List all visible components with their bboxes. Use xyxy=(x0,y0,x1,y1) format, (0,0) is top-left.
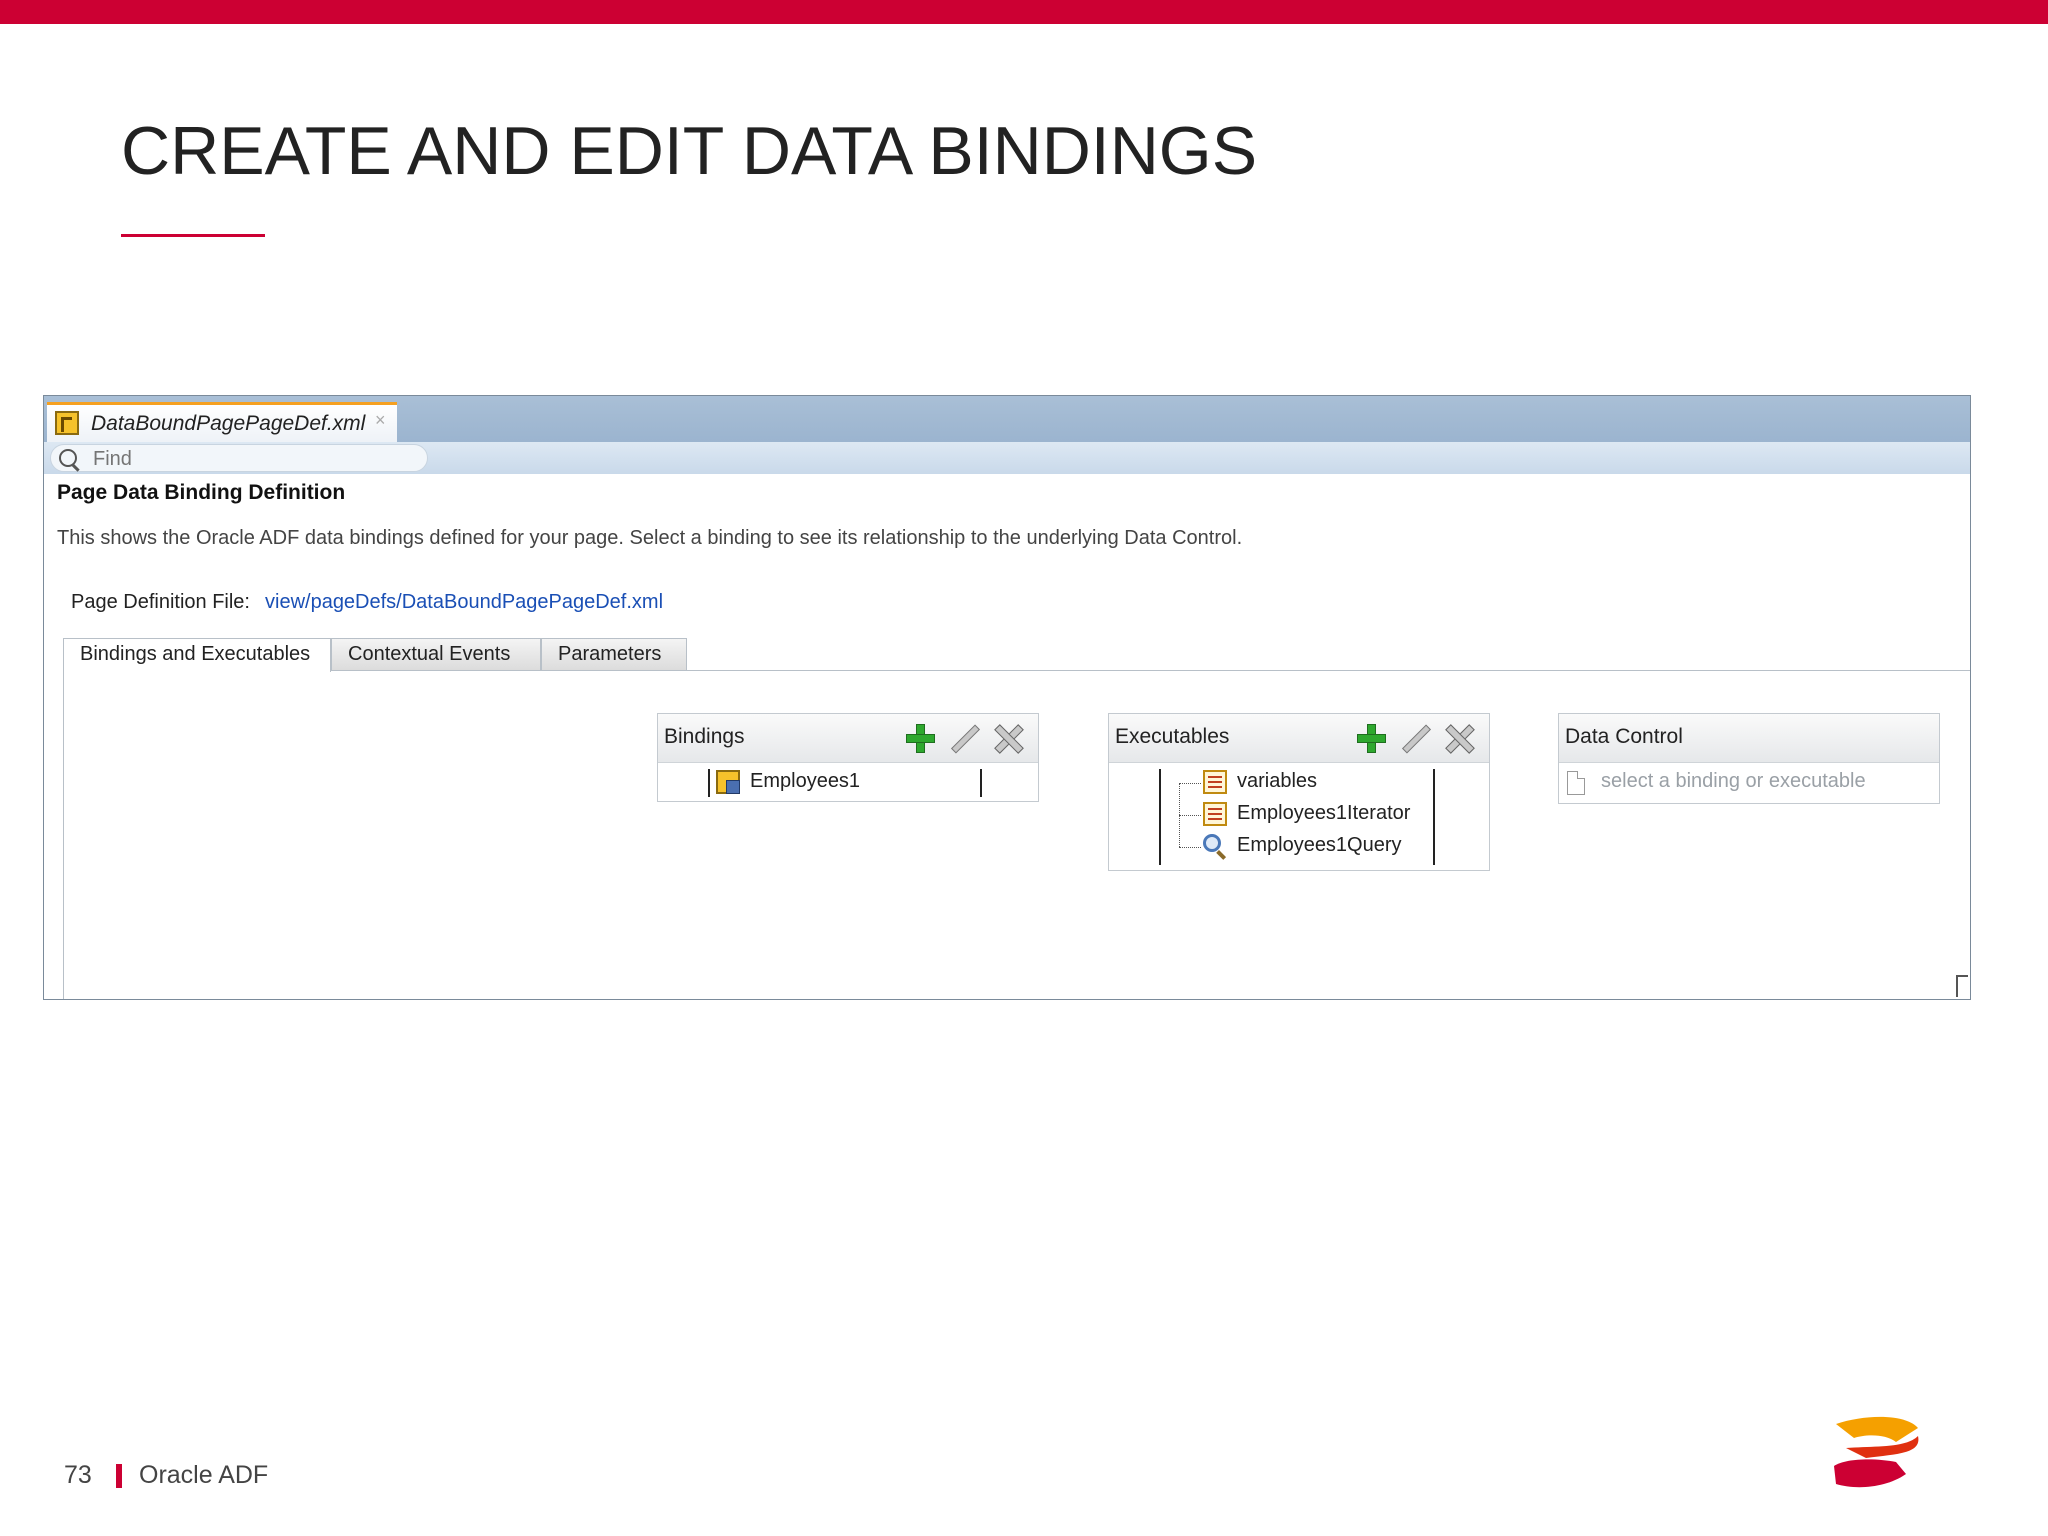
iterator-icon xyxy=(1203,770,1227,794)
page-number: 73 xyxy=(64,1461,92,1489)
tree-connector xyxy=(1179,783,1201,784)
file-tab-label: DataBoundPagePageDef.xml xyxy=(91,412,366,435)
top-accent-bar xyxy=(0,0,2048,24)
data-control-body: select a binding or executable xyxy=(1559,763,1939,803)
tree-connector xyxy=(1179,847,1201,848)
find-box xyxy=(50,444,428,472)
brand-logo xyxy=(1834,1416,1919,1488)
tab-contextual-events[interactable]: Contextual Events xyxy=(331,638,541,670)
data-control-placeholder: select a binding or executable xyxy=(1601,770,1866,792)
title-underline xyxy=(121,234,265,237)
list-divider xyxy=(1433,769,1435,865)
data-control-panel-header: Data Control xyxy=(1559,714,1939,763)
file-tab[interactable]: DataBoundPagePageDef.xml × xyxy=(47,402,397,442)
resize-grip[interactable] xyxy=(1956,975,1968,997)
footer-separator xyxy=(116,1464,122,1488)
pagedef-file-icon xyxy=(55,411,79,435)
bindings-panel: Bindings Employees1 xyxy=(657,713,1039,802)
footer-text: Oracle ADF xyxy=(139,1461,269,1489)
page-def-link[interactable]: view/pageDefs/DataBoundPagePageDef.xml xyxy=(265,591,663,614)
attribute-binding-icon xyxy=(716,770,740,794)
tree-connector xyxy=(1179,815,1201,816)
bindings-panel-header: Bindings xyxy=(658,714,1038,763)
document-icon xyxy=(1567,771,1585,795)
add-binding-button[interactable] xyxy=(904,722,936,754)
section-description: This shows the Oracle ADF data bindings … xyxy=(57,527,1243,549)
tab-parameters[interactable]: Parameters xyxy=(541,638,687,670)
data-control-panel: Data Control select a binding or executa… xyxy=(1558,713,1940,804)
executables-tree: variables Employees1Iterator Employees1Q… xyxy=(1109,763,1489,870)
editor-screenshot: DataBoundPagePageDef.xml × Page Data Bin… xyxy=(43,395,1971,1000)
executables-panel-title: Executables xyxy=(1115,725,1230,748)
executables-panel-header: Executables xyxy=(1109,714,1489,763)
delete-binding-button[interactable] xyxy=(992,722,1024,754)
add-executable-button[interactable] xyxy=(1355,722,1387,754)
search-icon xyxy=(59,449,77,467)
bindings-panel-title: Bindings xyxy=(664,725,745,748)
tab-bindings-executables[interactable]: Bindings and Executables xyxy=(63,638,331,672)
data-control-panel-title: Data Control xyxy=(1565,725,1683,748)
list-divider xyxy=(980,769,982,797)
edit-binding-button[interactable] xyxy=(948,722,980,754)
query-icon xyxy=(1203,834,1221,852)
find-input[interactable] xyxy=(91,447,395,471)
iterator-icon xyxy=(1203,802,1227,826)
edit-executable-button[interactable] xyxy=(1399,722,1431,754)
list-divider xyxy=(708,769,710,797)
slide-title: CREATE AND EDIT DATA BINDINGS xyxy=(121,113,1258,189)
executables-panel: Executables variables Employees1Iterator xyxy=(1108,713,1490,871)
section-heading: Page Data Binding Definition xyxy=(57,481,346,504)
close-icon[interactable]: × xyxy=(375,410,386,431)
find-bar xyxy=(44,442,1970,474)
delete-executable-button[interactable] xyxy=(1443,722,1475,754)
bindings-list: Employees1 xyxy=(658,763,1038,801)
editor-tab-strip: DataBoundPagePageDef.xml × xyxy=(44,396,1970,442)
list-divider xyxy=(1159,769,1161,865)
page-def-label: Page Definition File: xyxy=(71,591,250,613)
